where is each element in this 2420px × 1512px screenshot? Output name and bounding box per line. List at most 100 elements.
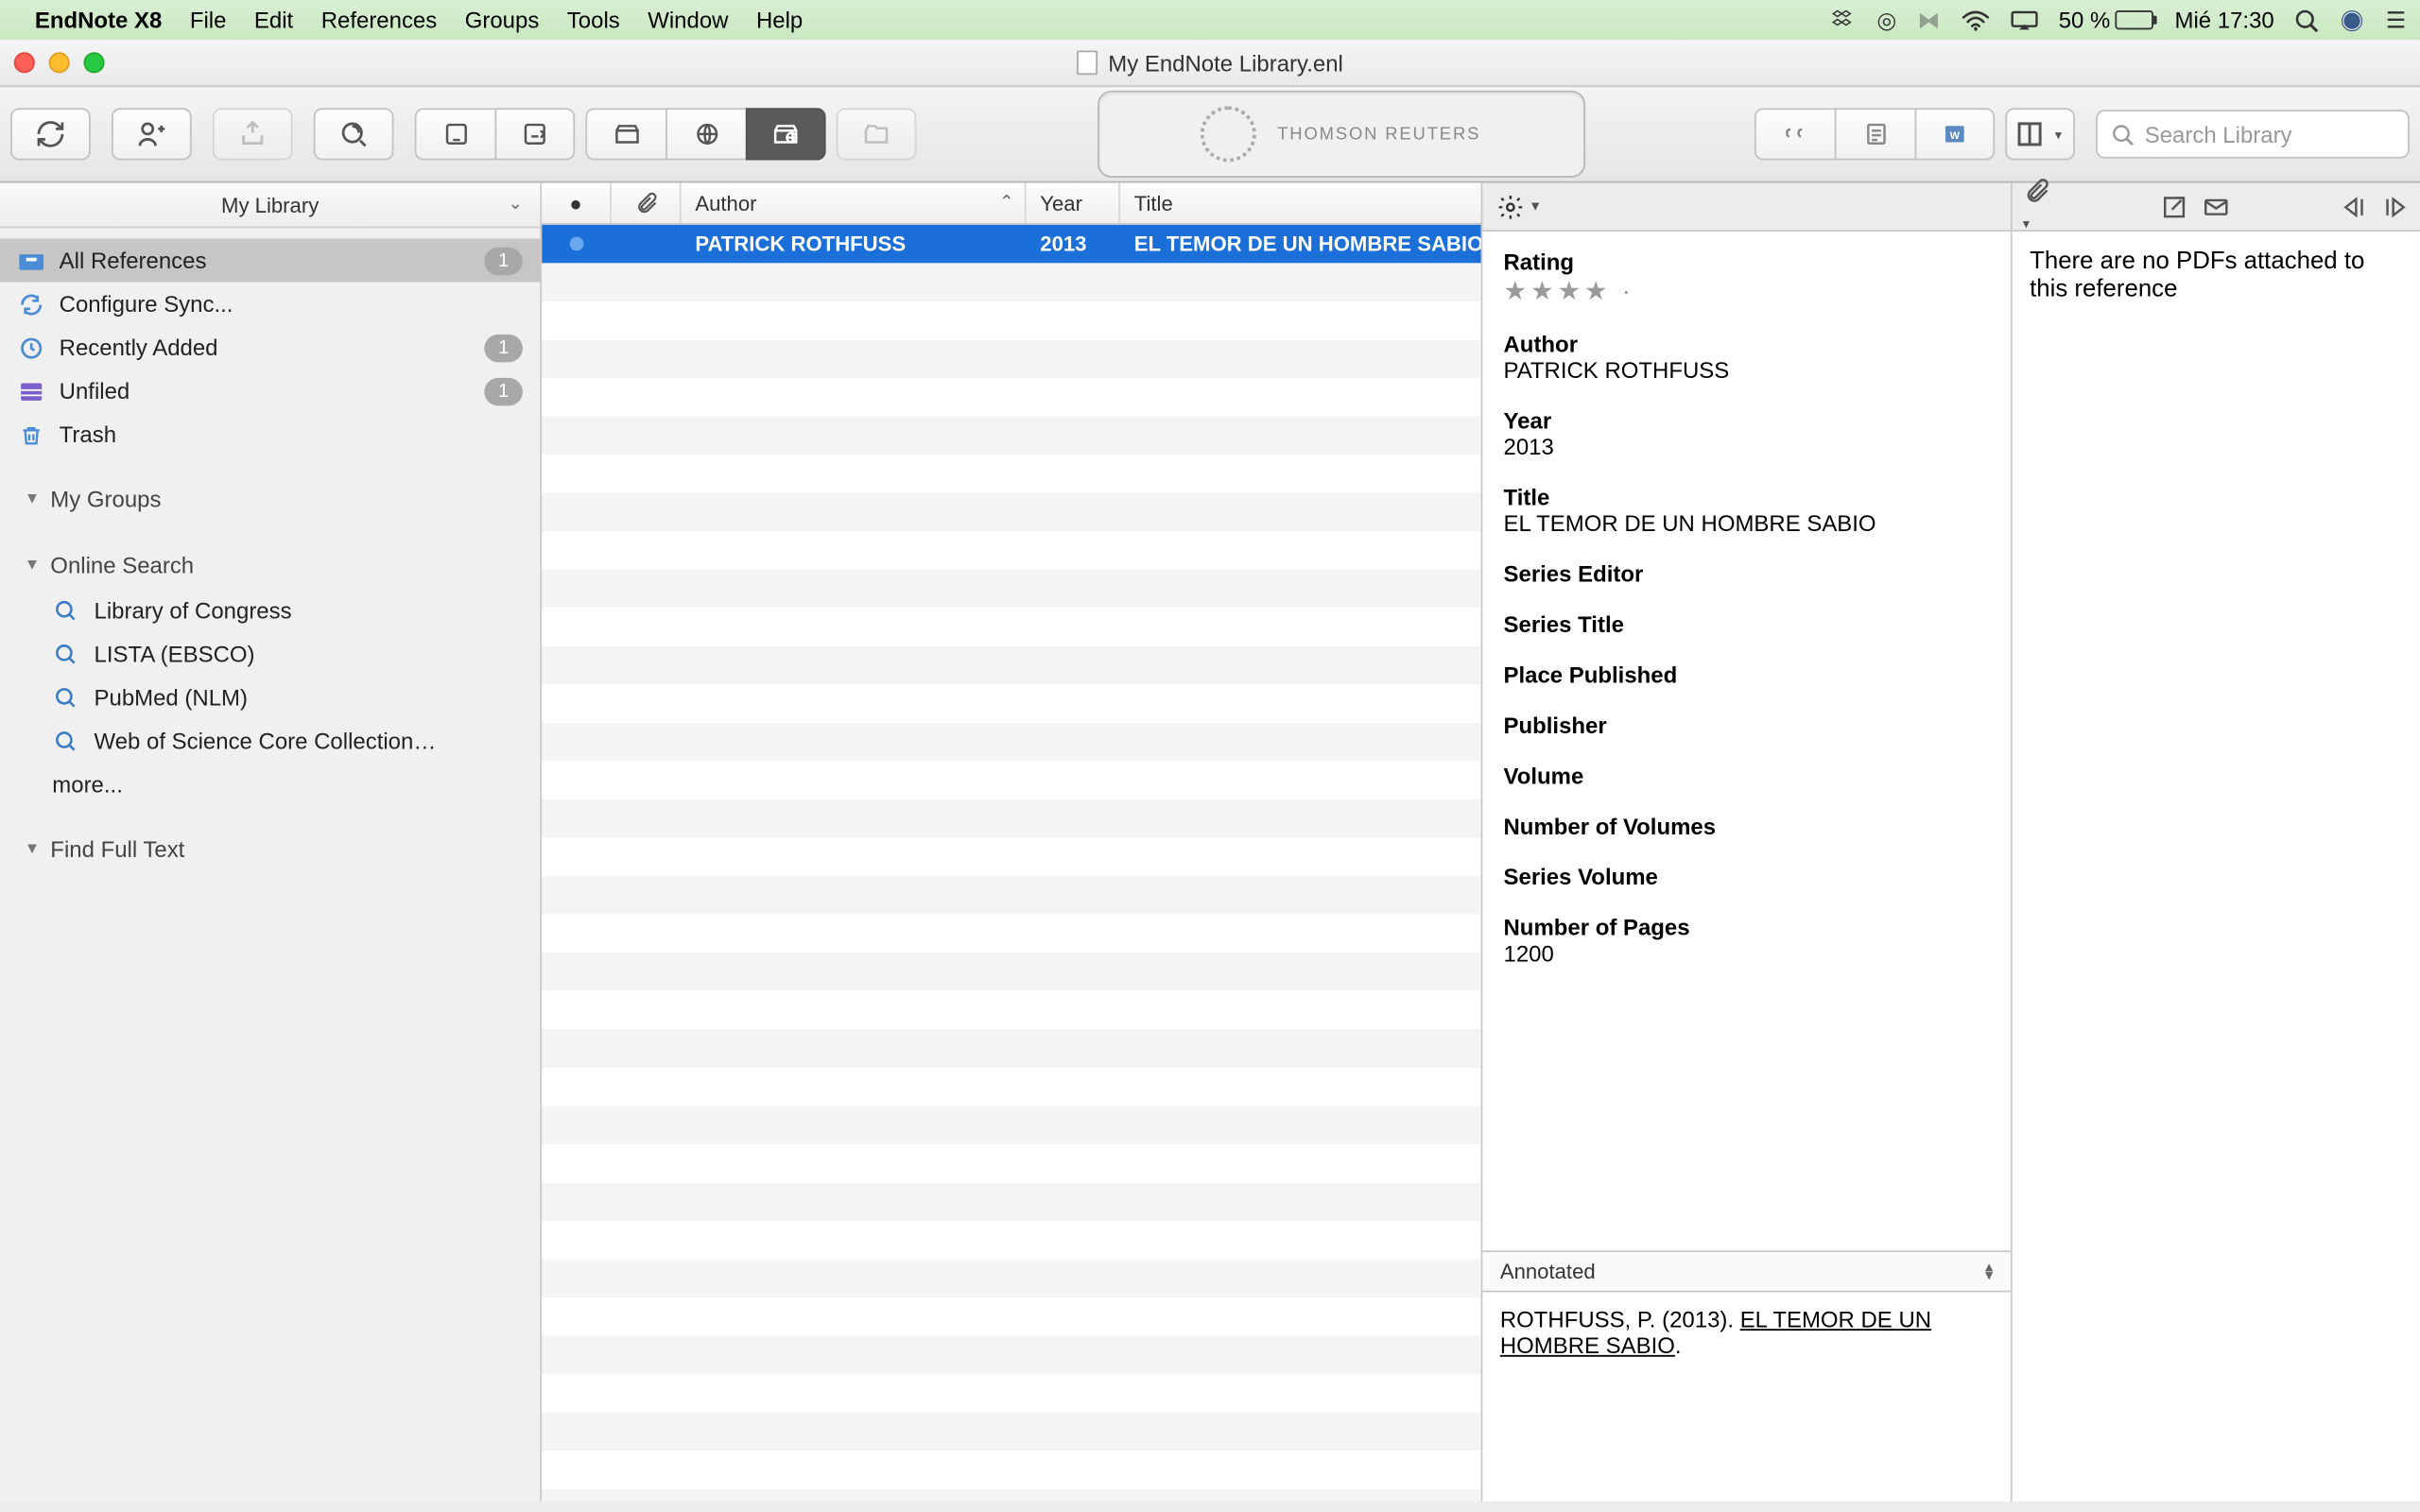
open-folder-button[interactable] (837, 108, 917, 160)
field-label: Number of Pages (1504, 915, 1990, 941)
app-name[interactable]: EndNote X8 (35, 7, 162, 33)
sidebar-section-my-groups[interactable]: ▼ My Groups (0, 473, 540, 523)
trash-icon (17, 422, 44, 447)
close-button[interactable] (14, 52, 35, 73)
sidebar-item-more[interactable]: more... (0, 763, 540, 806)
notification-icon[interactable]: ☰ (2386, 6, 2406, 33)
reference-list-pane: ● Author Year Title PATRICK ROTHFUSS 201… (542, 183, 1482, 1502)
sidebar-item-label: more... (52, 771, 123, 798)
sidebar-item-all-references[interactable]: All References 1 (0, 238, 540, 282)
sidebar-item-lista[interactable]: LISTA (EBSCO) (0, 632, 540, 676)
detail-field[interactable]: Series Editor (1504, 560, 1990, 587)
detail-field[interactable]: Rating★★★★ · (1504, 249, 1990, 307)
bluetooth-icon[interactable]: ⧓ (1917, 6, 1940, 33)
cloud-icon[interactable]: ◎ (1876, 6, 1896, 33)
local-mode-button[interactable] (585, 108, 666, 160)
prev-icon[interactable] (2340, 193, 2367, 220)
sidebar-header[interactable]: My Library ⌄ (0, 183, 540, 229)
column-read-status[interactable]: ● (542, 183, 612, 223)
minimize-button[interactable] (49, 52, 70, 73)
sidebar-item-label: Configure Sync... (60, 291, 233, 318)
field-value: ★★★★ · (1504, 275, 1990, 306)
sidebar-item-label: Library of Congress (95, 597, 292, 624)
spotlight-icon[interactable] (2295, 8, 2320, 32)
detail-field[interactable]: Series Title (1504, 611, 1990, 638)
column-author[interactable]: Author (682, 183, 1027, 223)
menu-edit[interactable]: Edit (254, 7, 293, 33)
stack-icon (17, 379, 44, 404)
sidebar-item-configure-sync[interactable]: Configure Sync... (0, 283, 540, 326)
sidebar-item-trash[interactable]: Trash (0, 413, 540, 456)
field-value: 2013 (1504, 434, 1990, 460)
detail-field[interactable]: Number of Pages1200 (1504, 915, 1990, 967)
detail-field[interactable]: TitleEL TEMOR DE UN HOMBRE SABIO (1504, 484, 1990, 536)
attach-icon[interactable]: ▾ (2023, 177, 2050, 236)
open-pdf-icon[interactable] (2160, 193, 2187, 220)
sync-button[interactable] (10, 108, 91, 160)
sidebar-section-online-search[interactable]: ▼ Online Search (0, 540, 540, 589)
online-search-button[interactable] (314, 108, 394, 160)
search-library-input[interactable]: Search Library (2096, 110, 2410, 159)
sidebar-item-label: PubMed (NLM) (95, 684, 248, 711)
menu-help[interactable]: Help (756, 7, 803, 33)
maximize-button[interactable] (83, 52, 104, 73)
insert-citation-button[interactable] (1754, 108, 1835, 160)
airplay-icon[interactable] (2010, 9, 2037, 30)
pdf-pane: ▾ There are no PDFs attached to this ref… (2013, 183, 2420, 1502)
sidebar-item-loc[interactable]: Library of Congress (0, 589, 540, 632)
sidebar-item-label: Recently Added (60, 335, 218, 361)
column-year[interactable]: Year (1027, 183, 1121, 223)
gear-icon[interactable] (1496, 193, 1524, 220)
field-value: EL TEMOR DE UN HOMBRE SABIO (1504, 510, 1990, 537)
menu-tools[interactable]: Tools (567, 7, 620, 33)
column-title[interactable]: Title (1120, 183, 1481, 223)
style-select[interactable]: Annotated ▴▾ (1482, 1250, 2010, 1292)
battery-indicator[interactable]: 50 % (2059, 7, 2154, 33)
format-bib-button[interactable] (1835, 108, 1915, 160)
menu-groups[interactable]: Groups (465, 7, 540, 33)
menu-window[interactable]: Window (648, 7, 728, 33)
online-mode-button[interactable] (666, 108, 746, 160)
column-attachment[interactable] (612, 183, 682, 223)
read-status-dot (542, 225, 612, 264)
detail-field[interactable]: AuthorPATRICK ROTHFUSS (1504, 331, 1990, 383)
detail-field[interactable]: Series Volume (1504, 864, 1990, 890)
menu-references[interactable]: References (321, 7, 438, 33)
detail-field[interactable]: Number of Volumes (1504, 814, 1990, 840)
next-icon[interactable] (2381, 193, 2409, 220)
menu-file[interactable]: File (190, 7, 227, 33)
sidebar-section-fft[interactable]: ▼ Find Full Text (0, 824, 540, 873)
layout-button[interactable]: ▾ (2005, 108, 2075, 160)
sidebar-item-wos[interactable]: Web of Science Core Collection… (0, 719, 540, 763)
detail-field[interactable]: Place Published (1504, 662, 1990, 688)
integrated-mode-button[interactable] (746, 108, 826, 160)
sidebar-item-recently-added[interactable]: Recently Added 1 (0, 326, 540, 369)
cwyw-word-button[interactable]: W (1914, 108, 1995, 160)
search-icon (2112, 123, 2135, 146)
detail-field[interactable]: Volume (1504, 763, 1990, 789)
globe-search-icon (52, 729, 79, 753)
capture-button[interactable] (213, 108, 293, 160)
share-button[interactable] (112, 108, 192, 160)
sidebar-item-unfiled[interactable]: Unfiled 1 (0, 369, 540, 413)
reference-rows: PATRICK ROTHFUSS 2013 EL TEMOR DE UN HOM… (542, 225, 1480, 1502)
clock-icon (17, 335, 44, 360)
mode-group (585, 108, 825, 160)
reference-row[interactable]: PATRICK ROTHFUSS 2013 EL TEMOR DE UN HOM… (542, 225, 1480, 264)
email-icon[interactable] (2203, 193, 2230, 220)
detail-field[interactable]: Year2013 (1504, 407, 1990, 459)
new-reference-button[interactable] (415, 108, 495, 160)
field-label: Number of Volumes (1504, 814, 1990, 840)
detail-field[interactable]: Publisher (1504, 713, 1990, 739)
export-button[interactable] (494, 108, 575, 160)
count-badge: 1 (484, 377, 523, 404)
sidebar-item-pubmed[interactable]: PubMed (NLM) (0, 676, 540, 719)
wifi-icon[interactable] (1961, 9, 1988, 30)
siri-icon[interactable] (2341, 8, 2365, 32)
window-title: My EndNote Library.enl (1077, 50, 1343, 77)
field-label: Title (1504, 484, 1990, 510)
clock[interactable]: Mié 17:30 (2175, 7, 2274, 33)
reference-list-header: ● Author Year Title (542, 183, 1480, 225)
sidebar-item-label: All References (60, 248, 207, 274)
dropbox-icon[interactable] (1831, 8, 1856, 32)
